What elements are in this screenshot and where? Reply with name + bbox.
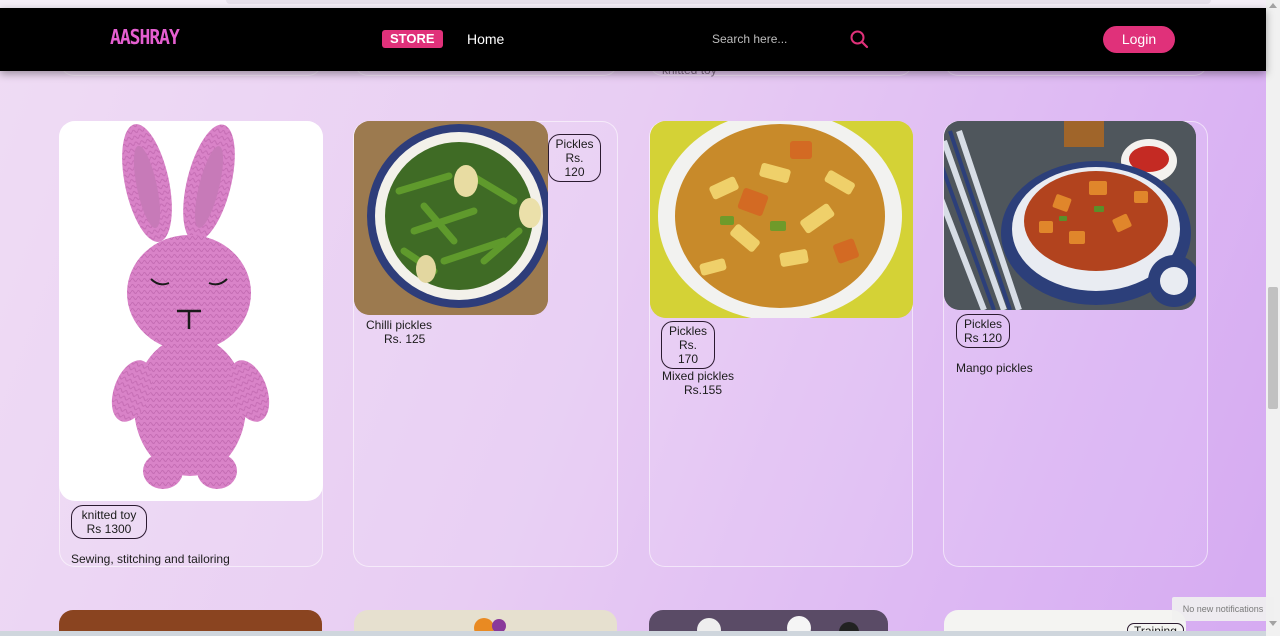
- mixed-pickles-photo: [650, 121, 913, 318]
- mango-pickles-photo: [944, 121, 1196, 310]
- product-title[interactable]: Sewing, stitching and tailoring: [71, 552, 230, 566]
- mixed-pickles-image[interactable]: [650, 121, 913, 318]
- store-button[interactable]: STORE: [382, 30, 443, 48]
- scroll-thumb[interactable]: [1268, 287, 1278, 409]
- knitted-toy-image[interactable]: [59, 121, 323, 501]
- home-link[interactable]: Home: [467, 30, 504, 48]
- badge-price: Rs. 170: [677, 338, 699, 366]
- mango-pickles-image[interactable]: [944, 121, 1196, 310]
- product-price: Rs.155: [684, 383, 723, 397]
- price-badge: Pickles Rs. 170: [661, 321, 715, 369]
- badge-price: Rs. 120: [564, 151, 585, 179]
- product-title[interactable]: Chilli pickles: [366, 318, 432, 332]
- product-title[interactable]: Mango pickles: [956, 361, 1033, 375]
- scroll-down-arrow-icon[interactable]: [1269, 621, 1277, 626]
- product-title[interactable]: Mixed pickles: [662, 369, 734, 383]
- badge-category: Pickles: [555, 137, 594, 151]
- top-strip: [0, 0, 1266, 8]
- page-scrollbar[interactable]: [1266, 0, 1280, 636]
- badge-category: Pickles: [668, 324, 707, 338]
- login-button[interactable]: Login: [1103, 26, 1175, 53]
- badge-category: knitted toy: [81, 508, 137, 522]
- badge-category: Pickles: [963, 317, 1002, 331]
- navbar: AASHRAY STORE Home Login: [0, 8, 1266, 71]
- badge-price: Rs 1300: [86, 522, 132, 536]
- search-icon[interactable]: [849, 29, 869, 49]
- top-strip-bar: [226, 0, 1211, 4]
- price-badge: knitted toy Rs 1300: [71, 505, 147, 539]
- badge-price: Rs 120: [963, 331, 1003, 345]
- notification-toast: No new notifications: [1172, 597, 1274, 621]
- logo[interactable]: AASHRAY: [110, 25, 180, 49]
- chilli-pickles-photo: [354, 121, 548, 315]
- price-badge: Pickles Rs 120: [956, 314, 1010, 348]
- bunny-illustration: [111, 124, 270, 489]
- bottom-strip: [0, 631, 1266, 636]
- scroll-up-arrow-icon[interactable]: [1269, 3, 1277, 8]
- search-input[interactable]: [712, 30, 842, 48]
- price-badge: Pickles Rs. 120: [548, 134, 601, 182]
- chilli-pickles-image[interactable]: [354, 121, 548, 315]
- product-price: Rs. 125: [384, 332, 426, 346]
